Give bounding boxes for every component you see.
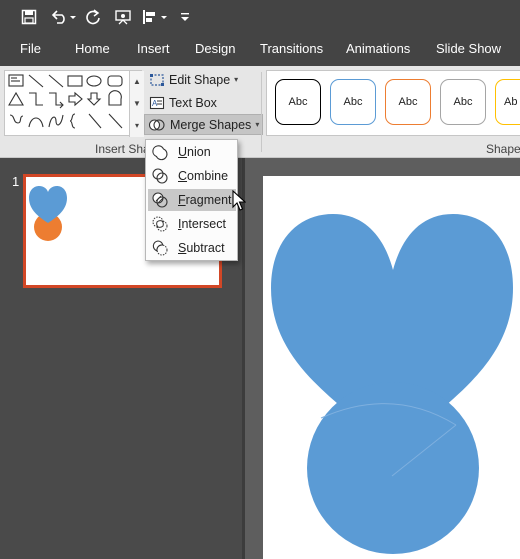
style-swatch[interactable]: Abc	[275, 79, 321, 125]
menu-accelerator: C	[178, 169, 188, 183]
gallery-scroll-up-icon[interactable]: ▲	[130, 71, 144, 93]
text-box-label: Text Box	[169, 95, 217, 110]
gallery-more-icon[interactable]: ▾	[130, 115, 144, 137]
merge-shapes-icon	[148, 118, 165, 131]
menu-item-union[interactable]: Union	[148, 141, 236, 163]
redo-icon[interactable]	[82, 6, 104, 28]
undo-icon[interactable]	[48, 6, 78, 28]
slide-canvas	[245, 158, 520, 559]
tab-design[interactable]: Design	[195, 41, 235, 56]
save-icon[interactable]	[18, 6, 40, 28]
text-box-button[interactable]: A Text Box	[146, 92, 220, 113]
style-swatch[interactable]: Ab	[495, 79, 520, 125]
combine-icon	[152, 168, 168, 184]
text-box-icon: A	[149, 96, 165, 109]
merge-shapes-dropdown-icon: ▾	[255, 120, 260, 129]
tab-file[interactable]: File	[20, 41, 41, 56]
group-label-insert-shapes: Insert Sha	[95, 142, 150, 156]
start-from-beginning-icon[interactable]	[112, 6, 134, 28]
slide[interactable]	[263, 176, 520, 559]
tab-animations[interactable]: Animations	[346, 41, 410, 56]
merge-shapes-button[interactable]: Merge Shapes ▾	[144, 114, 264, 135]
shape-styles-gallery[interactable]: Abc Abc Abc Abc Ab	[266, 70, 520, 136]
menu-item-combine[interactable]: Combine	[148, 165, 236, 187]
style-swatch-label: Ab	[504, 96, 518, 108]
merge-shapes-label: Merge Shapes	[170, 117, 252, 132]
edit-shape-dropdown-icon: ▾	[234, 75, 239, 84]
menu-label: ombine	[187, 169, 229, 183]
slide-shapes	[271, 214, 513, 554]
style-swatch[interactable]: Abc	[330, 79, 376, 125]
merge-shapes-menu: Union Combine Fragment Intersect Subtrac…	[145, 139, 238, 261]
ribbon-tabs: File Home Insert Design Transitions Anim…	[0, 34, 520, 66]
style-swatch[interactable]: Abc	[440, 79, 486, 125]
gallery-scroll-down-icon[interactable]: ▼	[130, 93, 144, 115]
subtract-icon	[152, 240, 168, 256]
quick-access-toolbar	[0, 0, 520, 34]
gallery-scrollbar[interactable]: ▲ ▼ ▾	[129, 71, 144, 137]
group-label-shape-styles: Shape	[486, 142, 520, 156]
slide-number: 1	[12, 174, 20, 189]
edit-shape-label: Edit Shape	[169, 72, 231, 87]
menu-accelerator: F	[178, 193, 186, 207]
menu-label: ntersect	[181, 217, 226, 231]
menu-label: ragment	[185, 193, 232, 207]
style-swatch-label: Abc	[288, 96, 308, 108]
menu-label: ubtract	[186, 241, 225, 255]
fragment-icon	[152, 192, 168, 208]
style-swatch-label: Abc	[398, 96, 418, 108]
edit-shape-icon	[150, 73, 164, 86]
menu-item-intersect[interactable]: Intersect	[148, 213, 236, 235]
intersect-icon	[152, 216, 168, 232]
union-icon	[152, 145, 168, 161]
mouse-pointer-icon	[232, 190, 246, 211]
tab-home[interactable]: Home	[75, 41, 110, 56]
shape-palette-icons	[8, 74, 123, 129]
edit-shape-button[interactable]: Edit Shape ▾	[146, 69, 241, 90]
style-swatch[interactable]: Abc	[385, 79, 431, 125]
ribbon: ▲ ▼ ▾ Edit Shape ▾ A Text Box Merge Shap…	[0, 66, 520, 158]
customize-toolbar-icon[interactable]	[178, 6, 192, 28]
menu-item-subtract[interactable]: Subtract	[148, 237, 236, 259]
group-divider	[261, 72, 262, 152]
tab-transitions[interactable]: Transitions	[260, 41, 323, 56]
align-icon[interactable]	[140, 6, 170, 28]
tab-insert[interactable]: Insert	[137, 41, 170, 56]
menu-accelerator: U	[178, 145, 188, 159]
insert-shapes-gallery[interactable]: ▲ ▼ ▾	[4, 70, 144, 137]
style-swatch-label: Abc	[453, 96, 473, 108]
circle-shape	[307, 382, 479, 554]
tab-slide-show[interactable]: Slide Show	[436, 41, 501, 56]
menu-item-fragment[interactable]: Fragment	[148, 189, 236, 211]
menu-label: nion	[187, 145, 211, 159]
style-swatch-label: Abc	[343, 96, 363, 108]
